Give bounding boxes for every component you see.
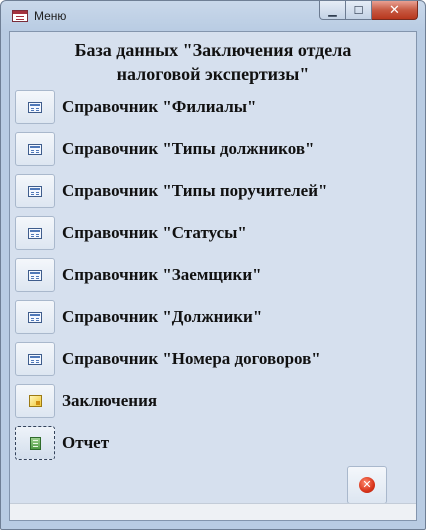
form-icon: [28, 353, 42, 365]
maximize-icon: ☐: [353, 3, 364, 17]
menu-item-label[interactable]: Справочник "Статусы": [62, 223, 247, 243]
window-controls: ▁ ☐ ✕: [319, 1, 418, 21]
close-icon: ✕: [389, 2, 400, 18]
close-button[interactable]: ✕: [372, 1, 418, 20]
form-icon: [28, 101, 42, 113]
form-icon: [28, 227, 42, 239]
page-title-line-1: База данных "Заключения отдела: [74, 40, 352, 60]
window-title: Меню: [34, 9, 67, 23]
exit-icon: ✕: [359, 477, 375, 493]
menu-item-label[interactable]: Справочник "Заемщики": [62, 265, 262, 285]
page-title: База данных "Заключения отдела налоговой…: [10, 38, 416, 86]
open-tipy-poruchitelej-button[interactable]: [15, 174, 55, 208]
minimize-button[interactable]: ▁: [319, 1, 346, 20]
menu-item-label[interactable]: Заключения: [62, 391, 157, 411]
open-otchet-button[interactable]: [15, 426, 55, 460]
exit-button[interactable]: ✕: [347, 466, 387, 504]
open-statusy-button[interactable]: [15, 216, 55, 250]
form-body: База данных "Заключения отдела налоговой…: [9, 31, 417, 521]
query-icon: [28, 395, 42, 407]
form-icon: [28, 311, 42, 323]
menu-window: Меню ▁ ☐ ✕ База данных "Заключения отдел…: [0, 0, 426, 530]
report-icon: [29, 436, 41, 450]
open-zaklyucheniya-button[interactable]: [15, 384, 55, 418]
minimize-icon: ▁: [328, 3, 337, 17]
menu-item-label[interactable]: Справочник "Типы должников": [62, 139, 314, 159]
form-icon: [28, 143, 42, 155]
open-zaemshchiki-button[interactable]: [15, 258, 55, 292]
form-icon: [28, 269, 42, 281]
menu-item-label[interactable]: Справочник "Должники": [62, 307, 262, 327]
open-tipy-dolzhnikov-button[interactable]: [15, 132, 55, 166]
page-title-line-2: налоговой экспертизы": [116, 64, 310, 84]
form-icon: [28, 185, 42, 197]
title-bar[interactable]: Меню ▁ ☐ ✕: [1, 1, 425, 31]
form-window-icon: [12, 10, 28, 22]
open-nomera-dogovorov-button[interactable]: [15, 342, 55, 376]
maximize-button[interactable]: ☐: [346, 1, 372, 20]
status-strip: [10, 503, 416, 520]
menu-item-label[interactable]: Отчет: [62, 433, 109, 453]
menu-item-label[interactable]: Справочник "Номера договоров": [62, 349, 321, 369]
menu-item-label[interactable]: Справочник "Типы поручителей": [62, 181, 327, 201]
open-dolzhniki-button[interactable]: [15, 300, 55, 334]
menu-item-label[interactable]: Справочник "Филиалы": [62, 97, 256, 117]
open-filialy-button[interactable]: [15, 90, 55, 124]
